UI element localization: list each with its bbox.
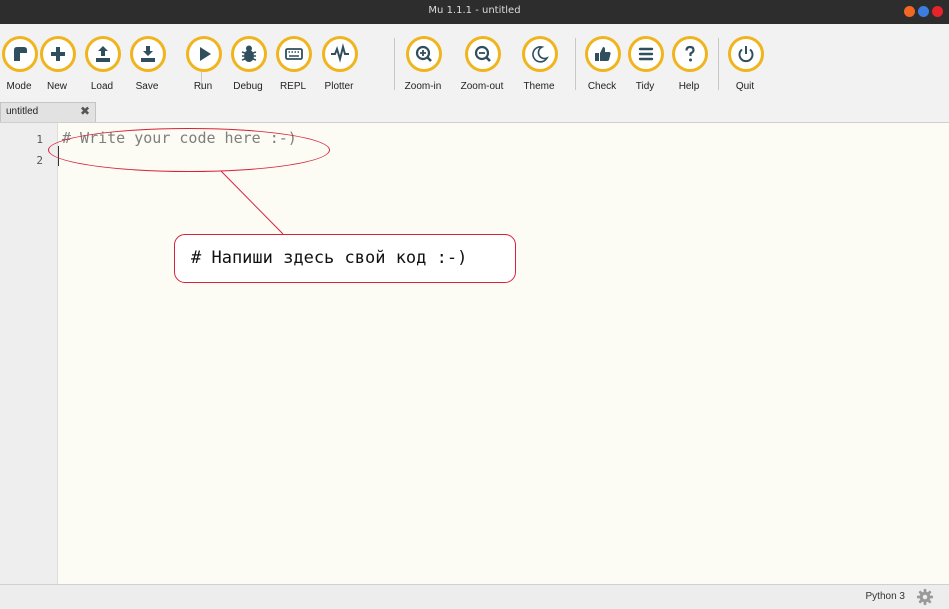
annotation-connector-line bbox=[220, 170, 284, 235]
status-bar: Python 3 bbox=[0, 584, 949, 609]
annotation-text: # Напиши здесь свой код :-) bbox=[191, 248, 468, 268]
gear-icon[interactable] bbox=[916, 588, 934, 606]
annotation-callout: # Напиши здесь свой код :-) bbox=[174, 234, 516, 283]
mode-indicator[interactable]: Python 3 bbox=[866, 591, 905, 602]
